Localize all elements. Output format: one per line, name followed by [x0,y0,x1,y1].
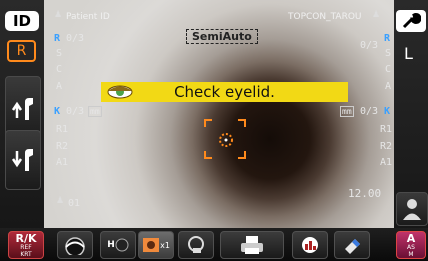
settings-button[interactable] [396,10,426,32]
left-r-count: 0/3 [66,33,85,44]
chin-up-icon [11,98,33,120]
left-k-label: K [54,106,61,117]
left-r2: R2 [56,141,69,152]
left-mm: mm [88,106,102,117]
patient-icon [403,199,421,220]
eye-r-button[interactable]: R [7,40,36,62]
right-s: S [385,48,392,59]
zoom-x1-label: x1 [160,240,170,250]
auto-start-main: A [406,231,416,245]
mode-label[interactable]: SemiAuto [186,29,258,44]
alert-banner: Check eyelid. [101,82,348,102]
right-sidebar: L [394,0,428,261]
eye-r-label: R [16,43,27,59]
auto-start-sub1: AS [407,243,415,251]
right-mm: mm [340,106,354,117]
patient-number-icon: ♟ [56,196,65,206]
patient-number: 01 [68,198,81,209]
right-c: C [385,64,392,75]
report-button[interactable] [292,231,328,259]
screen: ♟ Patient ID TOPCON_TAROU ♟ SemiAuto R 0… [0,0,428,261]
chin-down-icon [11,149,33,171]
auto-start-button[interactable]: A AS M [396,231,426,259]
zoom-x1-button[interactable]: x1 [138,231,174,259]
left-a1: A1 [56,157,69,168]
patient-id-label: Patient ID [66,12,110,22]
right-r-count: 0/3 [360,40,379,51]
right-r2: R2 [380,141,393,152]
eye-small-icon [115,238,129,252]
h-mode-button[interactable]: H [100,231,136,259]
operator-name: TOPCON_TAROU [288,12,362,22]
right-a1: A1 [380,157,393,168]
eye-shape-icon [65,237,85,255]
eye-icon [107,85,133,99]
eye-view-button[interactable] [57,231,93,259]
ref-krt-button[interactable]: R/K REF KRT [8,231,44,259]
print-button[interactable] [220,231,284,259]
ref-krt-sub2: KRT [20,250,32,258]
left-s: S [56,48,63,59]
left-r1: R1 [56,124,69,135]
clear-button[interactable] [334,231,370,259]
printer-icon [241,236,263,254]
person-icon: ♟ [54,10,63,20]
left-k-count: 0/3 [66,106,85,117]
chart-eye-icon [302,237,318,253]
wrench-icon [402,13,421,29]
capture-button[interactable] [178,231,214,259]
right-k-label: K [384,106,391,117]
left-sidebar: ID R [0,0,44,261]
right-r1: R1 [380,124,393,135]
right-k-count: 0/3 [360,106,379,117]
right-r-label: R [384,33,391,44]
ref-krt-main: R/K [15,231,37,245]
chin-rest-down-button[interactable] [5,130,41,190]
id-button-label: ID [12,12,32,30]
left-c: C [56,64,63,75]
ref-krt-sub1: REF [20,243,32,251]
patient-button[interactable] [396,192,428,226]
operator-icon: ♟ [372,10,381,20]
side-l-label: L [404,44,413,63]
alert-message: Check eyelid. [174,83,275,101]
left-r-label: R [54,33,61,44]
right-a: A [385,81,392,92]
id-button[interactable]: ID [5,11,39,31]
left-a: A [56,81,63,92]
bottom-toolbar: R/K REF KRT H x1 A AS M [0,228,428,261]
h-mode-label: H [107,240,115,250]
auto-start-sub2: M [408,250,414,258]
vertex-distance: 12.00 [348,187,382,200]
image-icon [143,238,160,252]
eraser-icon [345,239,360,254]
camera-icon [188,236,204,253]
